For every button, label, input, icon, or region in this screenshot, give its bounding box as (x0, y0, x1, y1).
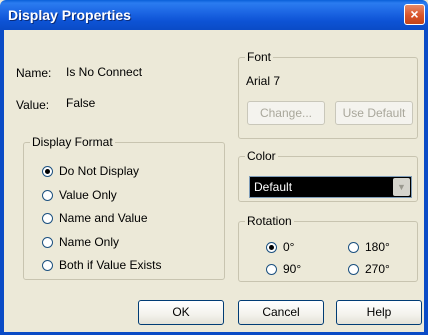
cancel-button[interactable]: Cancel (238, 300, 324, 325)
radio-value-only-indicator (42, 189, 53, 201)
dialog-title: Display Properties (8, 7, 131, 23)
radio-rotation-0[interactable]: 0° (266, 240, 294, 254)
close-button[interactable]: × (404, 4, 425, 25)
name-value: Is No Connect (66, 65, 143, 79)
window-frame-left (0, 30, 4, 335)
radio-name-only-indicator (42, 236, 53, 248)
radio-name-and-value[interactable]: Name and Value (42, 211, 148, 225)
change-font-button[interactable]: Change... (247, 101, 325, 125)
rotation-group: Rotation (238, 214, 418, 282)
radio-rotation-180-label: 180° (365, 240, 390, 254)
radio-rotation-90-indicator (266, 263, 277, 275)
radio-both-if-value-exists-label: Both if Value Exists (59, 258, 162, 272)
help-button[interactable]: Help (336, 300, 422, 325)
name-label: Name: (16, 66, 52, 80)
radio-name-only[interactable]: Name Only (42, 235, 119, 249)
radio-do-not-display-label: Do Not Display (59, 164, 140, 178)
radio-value-only[interactable]: Value Only (42, 188, 117, 202)
radio-do-not-display-indicator (42, 165, 53, 177)
font-legend: Font (247, 50, 272, 64)
radio-name-only-label: Name Only (59, 235, 120, 249)
radio-do-not-display[interactable]: Do Not Display (42, 164, 139, 178)
radio-rotation-270[interactable]: 270° (348, 262, 390, 276)
radio-both-if-value-exists-indicator (42, 259, 53, 271)
window-frame-right (424, 30, 428, 335)
color-select-value: Default (254, 180, 293, 194)
radio-name-and-value-label: Name and Value (59, 211, 148, 225)
radio-rotation-180[interactable]: 180° (348, 240, 390, 254)
radio-rotation-180-indicator (348, 241, 359, 253)
radio-rotation-90[interactable]: 90° (266, 262, 301, 276)
close-icon: × (410, 6, 419, 22)
use-default-button[interactable]: Use Default (335, 101, 413, 125)
value-value: False (66, 96, 96, 110)
radio-rotation-270-indicator (348, 263, 359, 275)
color-select[interactable]: Default ▼ (249, 176, 412, 198)
radio-both-if-value-exists[interactable]: Both if Value Exists (42, 258, 162, 272)
font-current: Arial 7 (246, 74, 281, 88)
color-legend: Color (247, 149, 276, 163)
radio-value-only-label: Value Only (59, 188, 117, 202)
dialog-window: Display Properties × Name: Is No Connect… (0, 0, 428, 335)
value-label: Value: (16, 98, 50, 112)
radio-rotation-90-label: 90° (283, 262, 302, 276)
chevron-down-icon[interactable]: ▼ (393, 178, 410, 196)
display-format-legend: Display Format (32, 135, 113, 149)
radio-rotation-0-indicator (266, 241, 277, 253)
rotation-legend: Rotation (247, 214, 292, 228)
title-bar[interactable]: Display Properties × (0, 0, 428, 30)
ok-button[interactable]: OK (138, 300, 224, 325)
radio-rotation-270-label: 270° (365, 262, 390, 276)
radio-rotation-0-label: 0° (283, 240, 295, 254)
font-group: Font (238, 50, 418, 139)
radio-name-and-value-indicator (42, 212, 53, 224)
